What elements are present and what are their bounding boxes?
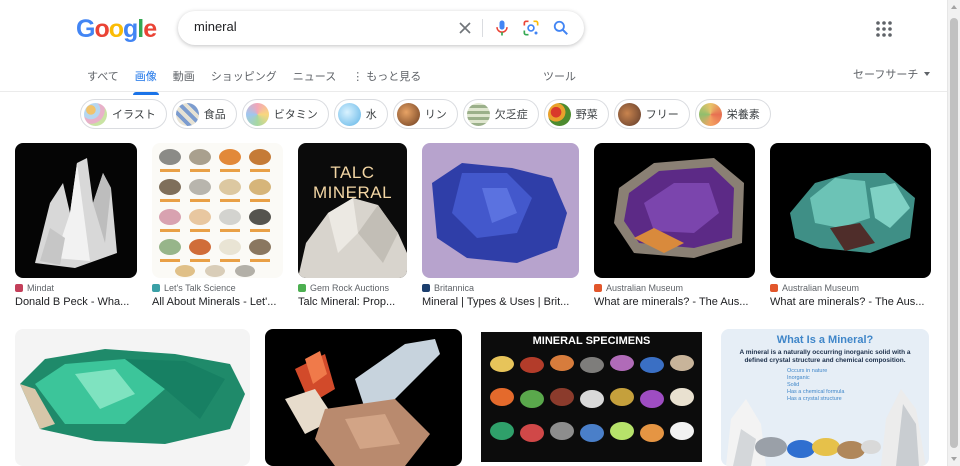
image-result-card[interactable] — [265, 329, 462, 466]
result-image[interactable] — [770, 143, 931, 278]
result-image[interactable] — [152, 143, 283, 278]
tab-news[interactable]: ニュース — [285, 66, 344, 91]
result-title[interactable]: Donald B Peck - Wha... — [15, 296, 137, 308]
chip-thumbnail — [547, 102, 571, 126]
tab-more[interactable]: ⋮ もっと見る — [344, 66, 429, 91]
result-source: Mindat — [15, 283, 137, 293]
chip-label: 野菜 — [575, 109, 598, 121]
apps-grid-icon[interactable] — [874, 19, 894, 39]
result-title[interactable]: Mineral | Types & Uses | Brit... — [422, 296, 579, 308]
chip-thumbnail — [396, 102, 420, 126]
favicon-icon — [770, 284, 778, 292]
result-image[interactable] — [15, 143, 137, 278]
chip-thumbnail — [245, 102, 269, 126]
tab-shopping[interactable]: ショッピング — [203, 66, 285, 91]
result-image[interactable] — [265, 329, 462, 466]
chip-illustration[interactable]: イラスト — [80, 99, 167, 129]
result-title[interactable]: Talc Mineral: Prop... — [298, 296, 407, 308]
image-result-card[interactable]: Australian Museum What are minerals? - T… — [770, 143, 931, 308]
result-title[interactable]: All About Minerals - Let'... — [152, 296, 283, 308]
page-scrollbar[interactable] — [947, 0, 960, 466]
result-source: Australian Museum — [594, 283, 755, 293]
chip-deficiency[interactable]: 欠乏症 — [462, 99, 539, 129]
result-image[interactable] — [594, 143, 755, 278]
chip-label: 水 — [365, 109, 377, 121]
google-images-page: Google すべて 画像 — [0, 0, 960, 466]
tab-all[interactable]: すべて — [79, 66, 127, 91]
result-source: Britannica — [422, 283, 579, 293]
scroll-thumb[interactable] — [950, 18, 958, 448]
tab-images[interactable]: 画像 — [127, 66, 165, 95]
search-icon[interactable] — [551, 18, 571, 38]
google-logo[interactable]: Google — [76, 15, 157, 44]
chip-label: イラスト — [112, 109, 156, 121]
microphone-icon[interactable] — [492, 18, 512, 38]
filter-chips: イラスト 食品 ビタミン 水 リン 欠乏症 野菜 フリー 栄養素 — [80, 99, 771, 129]
chip-label: フリー — [645, 109, 679, 121]
chip-label: 欠乏症 — [494, 109, 528, 121]
google-lens-icon[interactable] — [521, 18, 541, 38]
image-result-card[interactable]: Let's Talk Science All About Minerals - … — [152, 143, 283, 308]
chip-phosphorus[interactable]: リン — [392, 99, 458, 129]
result-image[interactable]: MINERAL SPECIMENS — [477, 329, 706, 466]
chip-thumbnail — [466, 102, 490, 126]
image-result-card[interactable] — [15, 329, 250, 466]
image-result-card[interactable]: Britannica Mineral | Types & Uses | Brit… — [422, 143, 579, 308]
image-result-card[interactable]: MINERAL SPECIMENS — [477, 329, 706, 466]
favicon-icon — [422, 284, 430, 292]
search-box — [178, 11, 584, 45]
chip-label: ビタミン — [273, 109, 318, 121]
result-source: Gem Rock Auctions — [298, 283, 407, 293]
result-title[interactable]: What are minerals? - The Aus... — [594, 296, 755, 308]
chip-vitamin[interactable]: ビタミン — [241, 99, 329, 129]
chip-label: 食品 — [203, 109, 226, 121]
chip-free[interactable]: フリー — [613, 99, 690, 129]
scroll-down-arrow-icon[interactable] — [948, 452, 960, 466]
chip-thumbnail — [617, 102, 641, 126]
chip-thumbnail — [337, 102, 361, 126]
tab-videos[interactable]: 動画 — [165, 66, 203, 91]
result-source: Australian Museum — [770, 283, 931, 293]
favicon-icon — [298, 284, 306, 292]
scroll-up-arrow-icon[interactable] — [948, 0, 960, 14]
chip-food[interactable]: 食品 — [171, 99, 237, 129]
safesearch-dropdown[interactable]: セーフサーチ — [853, 66, 931, 82]
result-image[interactable] — [15, 329, 250, 466]
tools-button[interactable]: ツール — [543, 68, 576, 84]
favicon-icon — [15, 284, 23, 292]
chip-thumbnail — [84, 102, 107, 126]
image-result-card[interactable]: Mindat Donald B Peck - Wha... — [15, 143, 137, 308]
favicon-icon — [594, 284, 602, 292]
image-result-card[interactable]: What Is a Mineral? A mineral is a natura… — [721, 329, 929, 466]
result-image[interactable]: TALC MINERAL — [298, 143, 407, 278]
chip-label: 栄養素 — [726, 109, 760, 121]
image-result-card[interactable]: TALC MINERAL Gem Rock Auctions Talc Mine… — [298, 143, 407, 308]
chip-nutrients[interactable]: 栄養素 — [694, 99, 771, 129]
result-image[interactable] — [422, 143, 579, 278]
result-title[interactable]: What are minerals? - The Aus... — [770, 296, 931, 308]
result-image[interactable]: What Is a Mineral? A mineral is a natura… — [721, 329, 929, 466]
image-result-card[interactable]: Australian Museum What are minerals? - T… — [594, 143, 755, 308]
search-tabs: すべて 画像 動画 ショッピング ニュース ⋮ もっと見る — [79, 66, 429, 95]
chip-vegetables[interactable]: 野菜 — [543, 99, 609, 129]
search-divider — [482, 19, 483, 37]
favicon-icon — [152, 284, 160, 292]
result-source: Let's Talk Science — [152, 283, 283, 293]
chip-water[interactable]: 水 — [333, 99, 388, 129]
search-input[interactable] — [194, 19, 444, 34]
close-icon[interactable] — [455, 18, 475, 38]
specimens-image-caption: MINERAL SPECIMENS — [532, 335, 651, 347]
chip-thumbnail — [175, 102, 199, 126]
chip-thumbnail — [698, 102, 722, 126]
safesearch-label: セーフサーチ — [853, 69, 919, 81]
chevron-down-icon — [924, 72, 931, 76]
chip-label: リン — [424, 109, 447, 121]
header-divider — [0, 91, 947, 92]
